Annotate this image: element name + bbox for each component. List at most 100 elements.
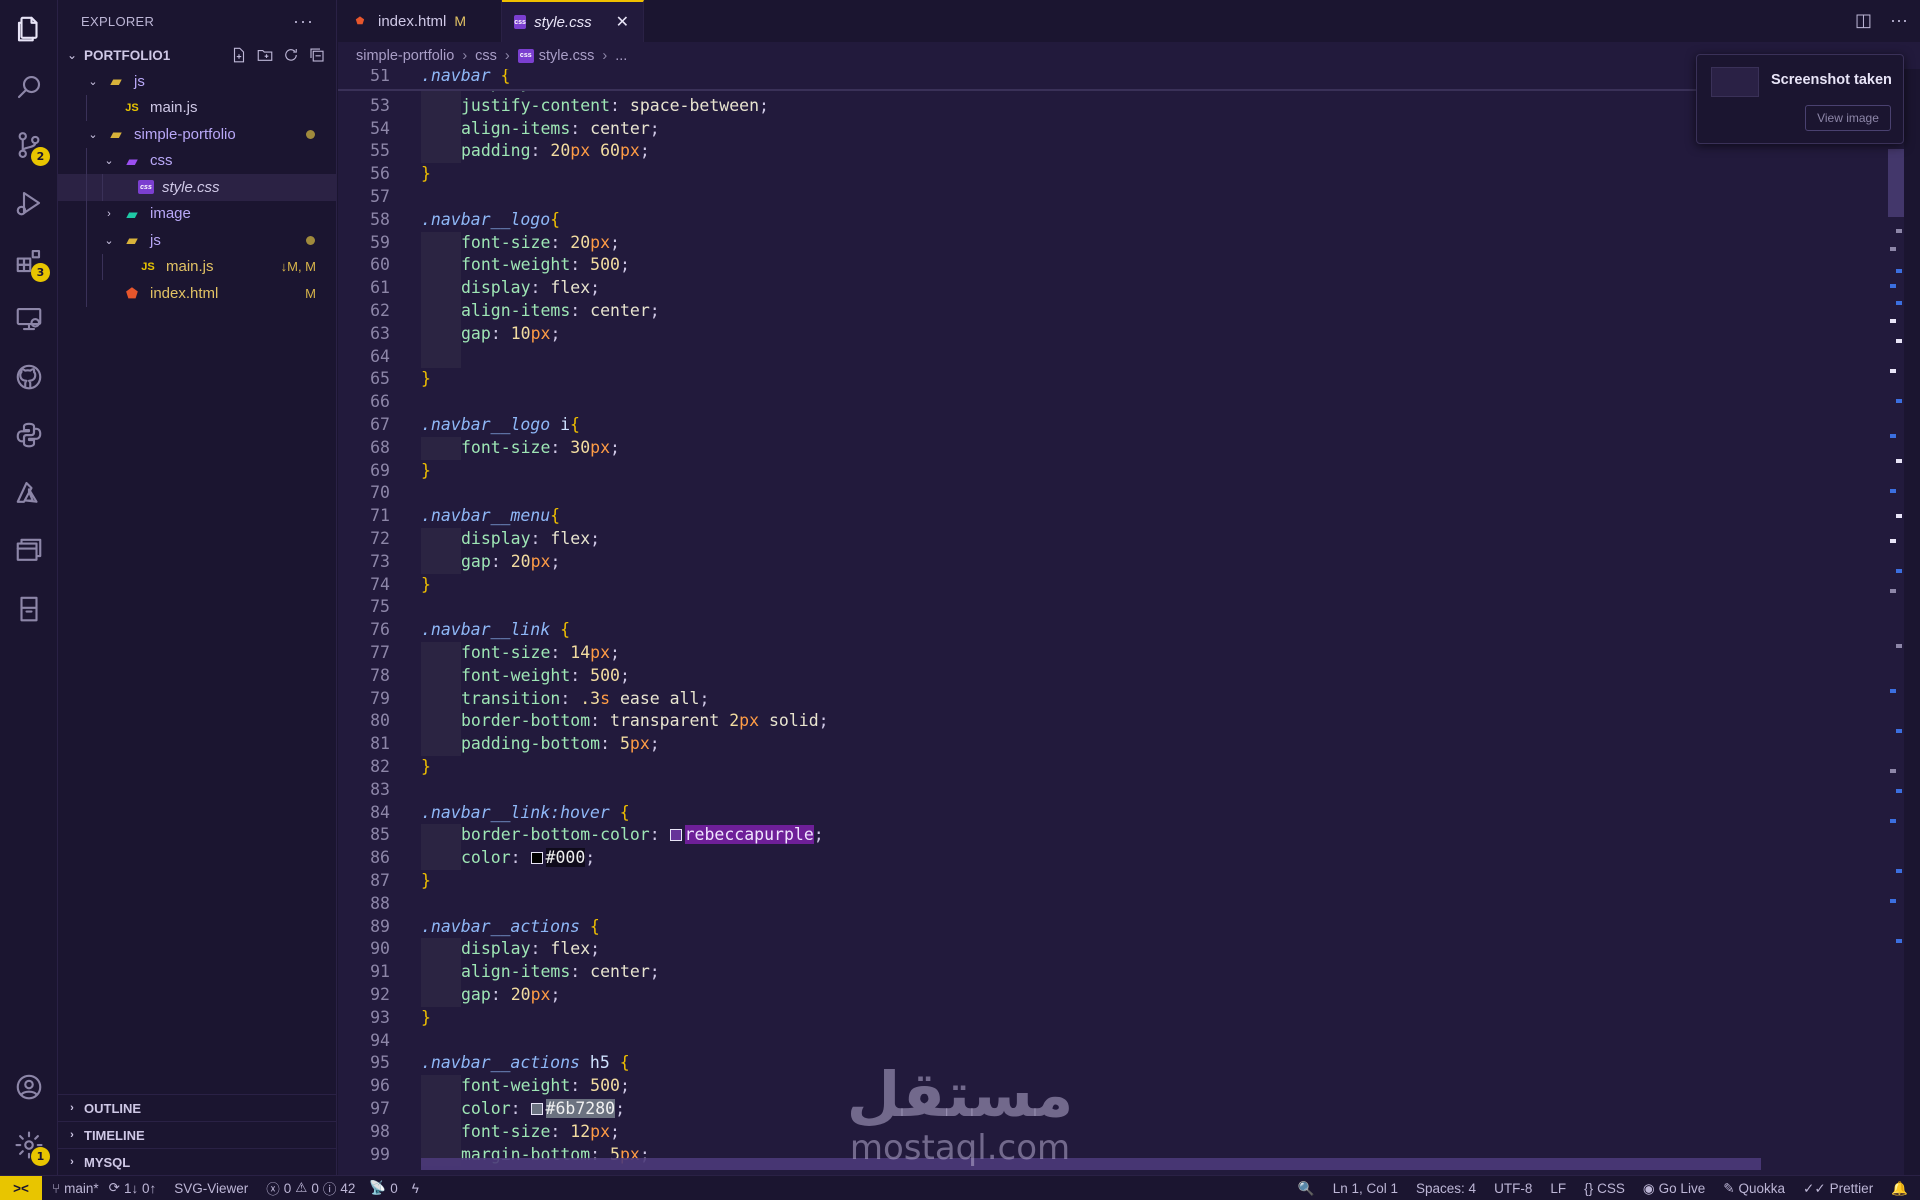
- code-line[interactable]: 71 .navbar__menu{: [338, 505, 1904, 528]
- code-line[interactable]: 60 font-weight: 500;: [338, 254, 1904, 278]
- tree-item[interactable]: JS main.js: [58, 94, 336, 121]
- svg-viewer-status[interactable]: SVG-Viewer: [174, 1181, 248, 1196]
- search-icon[interactable]: [0, 58, 58, 116]
- tree-item[interactable]: › ▰ image: [58, 200, 336, 227]
- code-line[interactable]: 73 gap: 20px;: [338, 550, 1904, 574]
- code-line[interactable]: 63 gap: 10px;: [338, 322, 1904, 346]
- breadcrumb-item[interactable]: style.css: [539, 48, 595, 64]
- minimap-slider[interactable]: [1888, 149, 1904, 217]
- go-live-button[interactable]: ◉ Go Live: [1643, 1181, 1705, 1197]
- code-line[interactable]: 97 color: #6b7280;: [338, 1098, 1904, 1121]
- timeline-section[interactable]: › TIMELINE: [58, 1121, 337, 1148]
- code-line[interactable]: 76 .navbar__link {: [338, 619, 1904, 642]
- code-line[interactable]: 93}: [338, 1007, 1904, 1030]
- code-line[interactable]: 61 display: flex;: [338, 277, 1904, 300]
- code-line[interactable]: 80 border-bottom: transparent 2px solid;: [338, 710, 1904, 734]
- code-line[interactable]: 53 justify-content: space-between;: [338, 94, 1904, 118]
- bell-icon[interactable]: 🔔: [1891, 1181, 1908, 1197]
- code-line[interactable]: 62 align-items: center;: [338, 300, 1904, 323]
- code-line[interactable]: 96 font-weight: 500;: [338, 1075, 1904, 1098]
- code-line[interactable]: 82}: [338, 756, 1904, 779]
- code-line[interactable]: 88: [338, 893, 1904, 916]
- remote-windows-icon[interactable]: [0, 522, 58, 580]
- code-line[interactable]: 57: [338, 186, 1904, 209]
- explorer-icon[interactable]: [0, 0, 58, 58]
- code-line[interactable]: 75: [338, 596, 1904, 619]
- problems-status[interactable]: ⓧ 0 ⚠ 0 ⓘ 42: [266, 1178, 355, 1198]
- split-editor-icon[interactable]: ◫: [1855, 10, 1872, 31]
- code-line[interactable]: 59 font-size: 20px;: [338, 231, 1904, 255]
- extensions-icon[interactable]: 3: [0, 232, 58, 290]
- breadcrumb-item[interactable]: css: [475, 48, 497, 64]
- python-icon[interactable]: [0, 406, 58, 464]
- color-swatch-icon[interactable]: [530, 1103, 543, 1115]
- tree-item[interactable]: ⌄ ▰ js: [58, 227, 336, 254]
- sync-status[interactable]: ⟳ 1↓ 0↑: [109, 1180, 157, 1196]
- remote-explorer-icon[interactable]: [0, 290, 58, 348]
- project-root[interactable]: ⌄ PORTFOLIO1: [58, 42, 336, 68]
- refresh-icon[interactable]: [282, 46, 300, 69]
- tree-item[interactable]: JS main.js ↓M, M: [58, 253, 336, 280]
- tab-index-html[interactable]: ⬟ index.html M: [338, 0, 502, 42]
- code-line[interactable]: 89 .navbar__actions {: [338, 916, 1904, 939]
- code-editor[interactable]: 51 .navbar { 5 2 display: flex; 53 justify-co…: [338, 69, 1904, 1175]
- code-line[interactable]: 78 font-weight: 500;: [338, 664, 1904, 688]
- code-line[interactable]: 91 align-items: center;: [338, 961, 1904, 984]
- code-line[interactable]: 90 display: flex;: [338, 938, 1904, 962]
- cursor-position[interactable]: Ln 1, Col 1: [1333, 1181, 1398, 1196]
- code-line[interactable]: 83: [338, 779, 1904, 802]
- code-line[interactable]: 98 font-size: 12px;: [338, 1120, 1904, 1144]
- database-icon[interactable]: [0, 580, 58, 638]
- code-line[interactable]: 58 .navbar__logo{: [338, 209, 1904, 232]
- code-line[interactable]: 74}: [338, 574, 1904, 597]
- new-folder-icon[interactable]: [256, 46, 274, 69]
- mysql-section[interactable]: › MYSQL: [58, 1148, 337, 1175]
- tree-item[interactable]: ⌄ ▰ simple-portfolio: [58, 121, 336, 148]
- encoding-status[interactable]: UTF-8: [1494, 1181, 1532, 1196]
- branch-status[interactable]: ⑂ main*: [52, 1181, 99, 1196]
- tree-item[interactable]: ⌄ ▰ js: [58, 68, 336, 95]
- tree-item[interactable]: css style.css: [58, 174, 336, 201]
- collapse-all-icon[interactable]: [308, 46, 326, 69]
- horizontal-scrollbar[interactable]: [421, 1158, 1761, 1170]
- github-icon[interactable]: [0, 348, 58, 406]
- prettier-status[interactable]: ✓✓ Prettier: [1803, 1181, 1873, 1197]
- eol-status[interactable]: LF: [1550, 1181, 1566, 1196]
- zoom-icon[interactable]: 🔍: [1298, 1181, 1315, 1197]
- lightning-icon[interactable]: ϟ: [412, 1181, 419, 1196]
- color-swatch-icon[interactable]: [530, 852, 543, 865]
- sticky-scroll-line[interactable]: 51 .navbar {: [338, 69, 1904, 91]
- outline-section[interactable]: › OUTLINE: [58, 1094, 337, 1121]
- code-line[interactable]: 64: [338, 345, 1904, 369]
- code-line[interactable]: 87}: [338, 870, 1904, 893]
- tree-item[interactable]: ⬟ index.html M: [58, 280, 336, 307]
- code-line[interactable]: 85 border-bottom-color: rebeccapurple;: [338, 824, 1904, 848]
- code-line[interactable]: 69}: [338, 460, 1904, 483]
- code-line[interactable]: 55 padding: 20px 60px;: [338, 140, 1904, 164]
- new-file-icon[interactable]: [230, 46, 248, 69]
- code-line[interactable]: 92 gap: 20px;: [338, 984, 1904, 1007]
- code-line[interactable]: 54 align-items: center;: [338, 117, 1904, 141]
- code-line[interactable]: 77 font-size: 14px;: [338, 642, 1904, 665]
- more-actions-icon[interactable]: ···: [293, 11, 314, 32]
- color-swatch-icon[interactable]: [669, 829, 682, 842]
- source-control-icon[interactable]: 2: [0, 116, 58, 174]
- account-icon[interactable]: [0, 1058, 58, 1116]
- language-mode[interactable]: {} CSS: [1584, 1181, 1625, 1196]
- breadcrumb-item[interactable]: simple-portfolio: [356, 48, 454, 64]
- more-actions-icon[interactable]: ···: [1890, 10, 1908, 31]
- tab-style-css[interactable]: css style.css ✕: [502, 0, 644, 42]
- code-line[interactable]: 79 transition: .3s ease all;: [338, 687, 1904, 711]
- code-line[interactable]: 94: [338, 1030, 1904, 1053]
- code-line[interactable]: 70: [338, 482, 1904, 505]
- code-line[interactable]: 68 font-size: 30px;: [338, 436, 1904, 460]
- code-line[interactable]: 81 padding-bottom: 5px;: [338, 733, 1904, 756]
- code-line[interactable]: 66: [338, 391, 1904, 414]
- remote-indicator-icon[interactable]: ><: [0, 1175, 42, 1200]
- settings-gear-icon[interactable]: 1: [0, 1116, 58, 1174]
- close-icon[interactable]: ✕: [616, 12, 629, 32]
- code-line[interactable]: 95 .navbar__actions h5 {: [338, 1052, 1904, 1075]
- ports-status[interactable]: 📡 0: [369, 1180, 397, 1196]
- code-line[interactable]: 67 .navbar__logo i{: [338, 414, 1904, 437]
- view-image-button[interactable]: View image: [1805, 105, 1891, 131]
